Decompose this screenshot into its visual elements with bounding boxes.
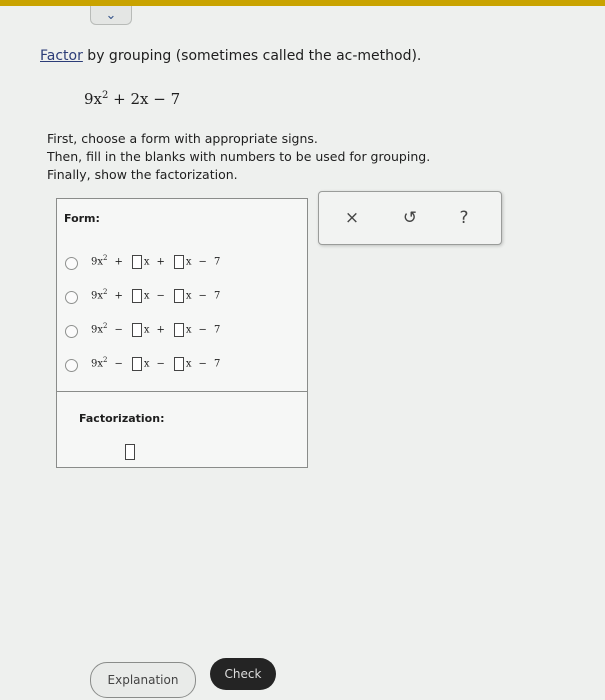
blank-input[interactable] xyxy=(131,322,142,337)
factorization-title: Factorization: xyxy=(79,412,165,425)
expr-tail: + 2x − 7 xyxy=(108,90,181,108)
option-expression: 9x2 + x + x −7 xyxy=(91,254,221,269)
blank-input[interactable] xyxy=(173,322,184,337)
factor-link[interactable]: Factor xyxy=(40,48,83,64)
factorization-input[interactable] xyxy=(125,444,135,460)
radio-button[interactable] xyxy=(65,257,78,270)
instruction-rest: by grouping (sometimes called the ac-met… xyxy=(82,48,422,64)
directions: First, choose a form with appropriate si… xyxy=(47,130,430,184)
blank-input[interactable] xyxy=(131,288,142,303)
blank-input[interactable] xyxy=(173,356,184,371)
option-expression: 9x2− x + x −7 xyxy=(91,322,221,337)
radio-button[interactable] xyxy=(65,325,78,338)
collapse-tab[interactable]: ⌄ xyxy=(90,6,132,25)
help-icon: ? xyxy=(459,208,469,228)
form-title: Form: xyxy=(64,212,100,225)
form-option-3[interactable]: 9x2− x + x −7 xyxy=(57,319,307,343)
blank-input[interactable] xyxy=(173,254,184,269)
expr-lead: 9x xyxy=(84,90,103,108)
tools-panel: × ↺ ? xyxy=(318,191,502,245)
blank-input[interactable] xyxy=(131,254,142,269)
close-icon: × xyxy=(344,208,360,228)
chevron-down-icon: ⌄ xyxy=(105,7,117,23)
form-option-1[interactable]: 9x2 + x + x −7 xyxy=(57,251,307,275)
panel-divider xyxy=(57,391,307,392)
problem-expression: 9x2 + 2x − 7 xyxy=(84,90,180,108)
radio-button[interactable] xyxy=(65,359,78,372)
undo-icon: ↺ xyxy=(402,208,418,228)
help-button[interactable]: ? xyxy=(449,203,479,233)
option-expression: 9x2 + x − x −7 xyxy=(91,288,221,303)
check-button[interactable]: Check xyxy=(210,658,276,690)
form-option-4[interactable]: 9x2− x − x −7 xyxy=(57,353,307,377)
answer-panel: Form: 9x2 + x + x −7 9x2 + x − x −7 9x2− x + x −7 9x2−… xyxy=(56,198,308,468)
form-option-2[interactable]: 9x2 + x − x −7 xyxy=(57,285,307,309)
blank-input[interactable] xyxy=(173,288,184,303)
blank-input[interactable] xyxy=(131,356,142,371)
undo-button[interactable]: ↺ xyxy=(395,203,425,233)
radio-button[interactable] xyxy=(65,291,78,304)
option-expression: 9x2− x − x −7 xyxy=(91,356,221,371)
instruction-text: Factor by grouping (sometimes called the… xyxy=(40,48,421,64)
clear-button[interactable]: × xyxy=(337,203,367,233)
direction-line: First, choose a form with appropriate si… xyxy=(47,131,318,146)
direction-line: Finally, show the factorization. xyxy=(47,167,238,182)
explanation-button[interactable]: Explanation xyxy=(90,662,196,698)
direction-line: Then, fill in the blanks with numbers to… xyxy=(47,149,431,164)
